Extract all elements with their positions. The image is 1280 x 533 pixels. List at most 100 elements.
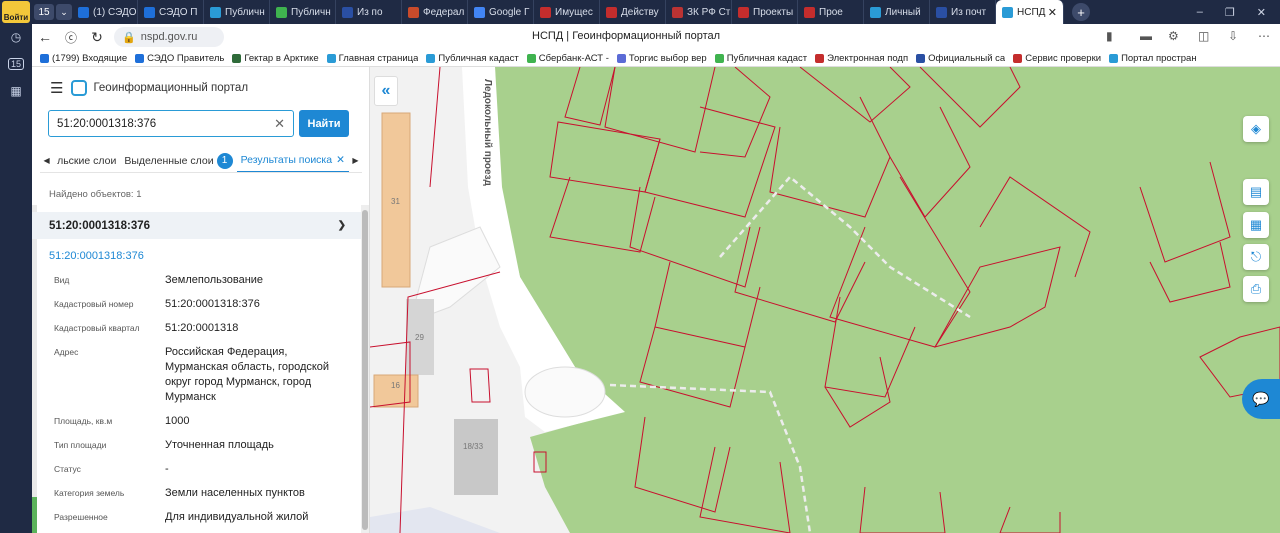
tab-label: Выделенные слои [124,154,214,167]
browser-tab[interactable]: (1) СЭДО [72,0,138,24]
reload-icon[interactable]: ↻ [84,29,110,46]
browser-tab[interactable]: Имущес [534,0,600,24]
tab-title: Личный [885,6,921,18]
bookmark-item[interactable]: (1799) Входящие [40,53,127,64]
browser-tab[interactable]: Публичн [270,0,336,24]
browser-tab[interactable]: Из почт [930,0,996,24]
tab-title: Из почт [951,6,987,18]
browser-tab[interactable]: СЭДО П [138,0,204,24]
collapse-panel-button[interactable]: « [374,76,398,106]
print-button[interactable]: ⎙ [1243,276,1269,302]
bookmark-item[interactable]: Сервис проверки [1013,53,1101,64]
panel-scrollbar[interactable] [361,205,369,533]
menu-burger-icon[interactable]: ☰ [50,79,63,97]
search-input[interactable]: 51:20:0001318:376 ✕ [48,110,294,137]
browser-tab[interactable]: НСПД ✕ [996,0,1064,24]
bookmark-favicon-icon [426,53,436,63]
search-button[interactable]: Найти [299,110,349,137]
tab-favicon-icon [408,6,419,18]
tab-favicon-icon [870,6,881,18]
panel-edge-marker [32,497,37,533]
browser-tab[interactable]: Проекты [732,0,798,24]
browser-tab[interactable]: Федерал [402,0,468,24]
browser-tab[interactable]: Личный [864,0,930,24]
bookmark-label: Официальный са [928,52,1006,64]
bookmark-item[interactable]: Главная страница [326,53,418,64]
chat-icon: 💬 [1252,390,1270,407]
property-row: Категория земель Земли населенных пунктов [54,486,354,501]
address-bar: ← ⓒ ↻ 🔒 nspd.gov.ru НСПД | Геоинформацион… [32,24,1280,50]
building-18-33 [454,419,498,495]
browser-tab[interactable]: Действу [600,0,666,24]
result-link[interactable]: 51:20:0001318:376 [49,250,144,262]
browser-tab[interactable]: Из по [336,0,402,24]
url-text: nspd.gov.ru [140,31,198,43]
share-button[interactable]: ⎋ [1243,244,1269,270]
close-tab-icon[interactable]: ✕ [336,154,345,166]
minimize-icon[interactable]: – [1197,6,1203,19]
bookmark-label: Электронная подп [827,52,909,64]
tab-search-results[interactable]: Результаты поиска ✕ [236,149,349,172]
restore-icon[interactable]: ❐ [1225,6,1235,19]
close-tab-icon[interactable]: ✕ [1048,6,1057,19]
bookmark-item[interactable]: Сбербанк-АСТ - [526,53,609,64]
ruler-button[interactable]: ▤ [1243,179,1269,205]
tab-title: Проекты [753,6,794,18]
close-window-icon[interactable]: ✕ [1257,6,1266,19]
bookmark-item[interactable]: СЭДО Правитель [135,53,224,64]
scrollbar-thumb[interactable] [362,210,368,530]
tabs-counter-button[interactable]: 15 [34,4,54,20]
bookmark-label: Торгис выбор вер [628,52,707,64]
chat-support-button[interactable]: 💬 [1242,379,1280,419]
property-key: Площадь, кв.м [54,416,113,426]
back-icon[interactable]: ← [32,29,58,45]
property-value: Уточненная площадь [165,439,274,451]
tabs-dropdown-icon[interactable]: ⌄ [56,4,72,20]
bookmark-item[interactable]: Электронная подп [815,53,908,64]
bookmark-item[interactable]: Гектар в Арктике [232,53,319,64]
url-field[interactable]: 🔒 nspd.gov.ru [114,27,224,47]
property-key: Вид [54,275,70,285]
browser-tab[interactable]: Публичн [204,0,270,24]
bookmark-item[interactable]: Портал простран [1109,53,1197,64]
select-area-button[interactable]: ▦ [1243,212,1269,238]
browser-tab[interactable]: Google Г [468,0,534,24]
tab-layers[interactable]: льские слои [53,149,120,172]
login-button[interactable]: Войти [2,1,30,23]
yandex-icon[interactable]: ⓒ [58,29,84,46]
browser-tab[interactable]: Прое [798,0,864,24]
clear-icon[interactable]: ✕ [274,116,285,132]
clock-icon[interactable]: ◷ [7,28,25,46]
properties-list: Вид Землепользование Кадастровый номер 51:2… [54,273,354,533]
tabs-left-arrow-icon[interactable]: ◀ [40,156,53,165]
tab-title: Публичн [291,6,331,18]
browser-tab[interactable]: ЗК РФ Ст [666,0,732,24]
building-label-31: 31 [391,197,400,206]
extension-icon[interactable]: ⚙ [1168,29,1179,43]
tab-favicon-icon [936,6,947,18]
bookmark-favicon-icon [326,53,336,63]
layers-button[interactable]: ◈ [1243,116,1269,142]
screenshot-icon[interactable]: ▦ [7,82,25,100]
bookmark-item[interactable]: Публичная кадаст [714,53,807,64]
tab-count-icon[interactable]: 15 [7,55,25,73]
bookmark-item[interactable]: Публичная кадаст [426,53,519,64]
tab-selected-layers[interactable]: Выделенные слои 1 [120,149,236,172]
downloads-icon[interactable]: ⇩ [1228,29,1238,43]
bookmark-item[interactable]: Торгис выбор вер [616,52,707,64]
tabs-right-arrow-icon[interactable]: ▶ [349,156,362,165]
page-title: НСПД | Геоинформационный портал [532,30,721,42]
collections-icon[interactable]: ◫ [1198,29,1209,43]
new-tab-button[interactable]: + [1072,3,1090,21]
property-value: 1000 [165,415,190,427]
chevron-down-icon[interactable]: ❯ [338,220,346,231]
bookmark-item[interactable]: Официальный са [916,53,1005,64]
bookmark-icon[interactable]: ▮ [1106,29,1113,43]
map-canvas[interactable]: 31 29 16 18/33 Ледокольный проезд [370,67,1280,533]
menu-icon[interactable]: ⋯ [1258,29,1270,43]
property-key: Кадастровый квартал [54,323,140,333]
property-key: Тип площади [54,440,107,450]
tab-count: 15 [7,58,24,70]
result-header[interactable]: 51:20:0001318:376 ❯ [32,212,362,239]
reader-icon[interactable]: ▬ [1140,29,1152,43]
